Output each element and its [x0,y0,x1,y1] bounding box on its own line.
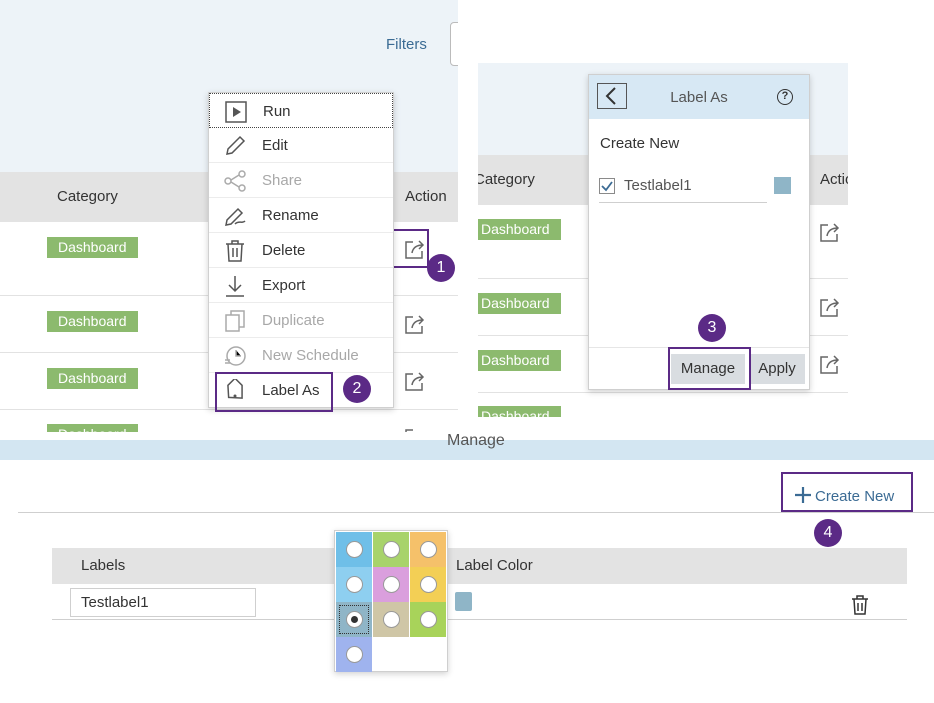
trash-icon [226,240,244,262]
column-header-category: Category [478,171,535,188]
step-badge-2: 2 [343,375,371,403]
label-name-input[interactable]: Testlabel1 [70,588,256,617]
radio-button [383,576,400,593]
filters-button[interactable]: Filters [386,36,427,53]
category-tag: Dashboard [478,293,561,314]
radio-button [346,611,363,628]
category-tag: Dashboard [47,424,138,432]
category-tag: Dashboard [47,237,138,258]
step-badge-3: 3 [698,314,726,342]
radio-button [346,541,363,558]
label-checkbox[interactable] [599,178,615,194]
trash-icon[interactable] [851,595,869,615]
palette-swatch[interactable] [410,567,446,602]
menu-item-export[interactable]: Export [209,268,393,303]
callout-create-new [781,472,913,512]
column-header-label-color: Label Color [456,557,533,574]
category-tag: Dashboard [478,350,561,371]
menu-item-label: Delete [262,242,306,259]
palette-swatch[interactable] [410,602,446,637]
menu-item-rename[interactable]: Rename [209,198,393,233]
row-divider [478,392,848,393]
palette-swatch[interactable] [373,532,409,567]
menu-item-edit[interactable]: Edit [209,128,393,163]
share-icon [224,170,246,192]
manage-title: Manage [447,432,505,449]
back-button[interactable] [597,83,627,109]
radio-button [420,541,437,558]
label-underline [599,202,767,203]
menu-item-label: Run [263,103,291,120]
share-action-icon[interactable] [403,313,427,335]
filter-dropdown[interactable] [450,22,458,66]
pencil-icon [226,135,246,155]
palette-swatch[interactable] [336,602,372,637]
toolbar-divider [18,512,934,513]
callout-label-as [215,372,333,412]
palette-swatch[interactable] [336,637,372,672]
menu-item-label: New Schedule [262,347,359,364]
label-name: Testlabel1 [624,177,692,194]
chevron-left-icon [605,87,616,105]
menu-item-label: Share [262,172,303,189]
apply-button[interactable]: Apply [749,354,805,384]
row-divider [52,619,907,620]
label-color-swatch [774,177,791,194]
menu-item-delete[interactable]: Delete [209,233,393,268]
palette-swatch[interactable] [373,602,409,637]
category-tag: Dashboard [47,368,138,389]
context-menu: Run Edit Share Rename Delete Export Dupl… [208,92,394,408]
radio-button [420,576,437,593]
label-color-picker[interactable] [455,592,472,611]
radio-button [383,611,400,628]
menu-item-label: Rename [262,207,319,224]
step-badge-4: 4 [814,519,842,547]
column-header-labels: Labels [81,557,126,574]
radio-button [420,611,437,628]
palette-swatch[interactable] [336,532,372,567]
manage-labels-panel: Manage Create New Labels Label Color Tes… [0,432,934,703]
palette-swatch[interactable] [373,567,409,602]
share-action-icon[interactable] [818,296,842,318]
label-as-popover: Label As ? Create New Testlabel1 Manage … [588,74,810,390]
share-action-icon[interactable] [403,370,427,392]
menu-item-label: Edit [262,137,288,154]
duplicate-icon [225,310,245,332]
run-icon [225,101,247,123]
column-header-action: Actio [820,171,848,188]
step-badge-1: 1 [427,254,455,282]
menu-item-new-schedule[interactable]: New Schedule [209,338,393,373]
schedule-icon [225,346,246,366]
menu-item-label: Export [262,277,306,294]
share-action-icon[interactable] [818,353,842,375]
help-icon[interactable]: ? [777,89,793,105]
menu-item-share[interactable]: Share [209,163,393,198]
export-icon [226,276,244,297]
check-icon [601,181,613,192]
create-new-link[interactable]: Create New [600,135,679,152]
palette-swatch[interactable] [410,532,446,567]
menu-item-run[interactable]: Run [209,93,393,128]
palette-swatch[interactable] [336,567,372,602]
menu-item-duplicate[interactable]: Duplicate [209,303,393,338]
column-header-category: Category [57,188,118,205]
radio-button [346,646,363,663]
color-palette-popover [334,530,448,672]
callout-manage [668,347,751,390]
radio-button [346,576,363,593]
column-header-action: Action [405,188,447,205]
category-tag: Dashboard [478,219,561,240]
category-tag: Dashboard [47,311,138,332]
category-tag: Dashboard [478,406,561,417]
radio-button [383,541,400,558]
menu-item-label: Duplicate [262,312,325,329]
share-action-icon[interactable] [818,221,842,243]
rename-icon [225,207,246,226]
